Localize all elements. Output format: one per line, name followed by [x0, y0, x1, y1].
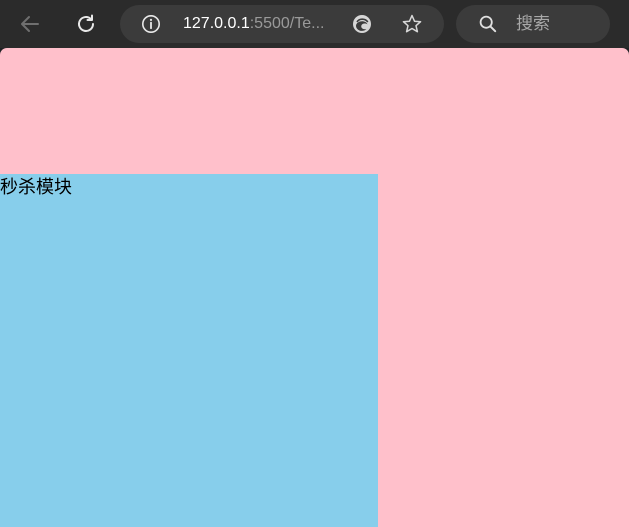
info-icon[interactable]	[141, 14, 161, 34]
star-icon[interactable]	[401, 13, 423, 35]
url-path: :5500/Te...	[249, 15, 325, 32]
search-placeholder: 搜索	[516, 14, 550, 34]
seckill-module: 秒杀模块	[0, 174, 378, 527]
search-icon	[479, 15, 497, 33]
back-button[interactable]	[14, 8, 46, 40]
search-box[interactable]: 搜索	[456, 5, 610, 43]
url-host: 127.0.0.1	[183, 15, 250, 32]
refresh-button[interactable]	[70, 8, 102, 40]
page-viewport: 秒杀模块	[0, 48, 629, 527]
url-text[interactable]: 127.0.0.1:5500/Te...	[183, 14, 324, 34]
address-bar[interactable]: 127.0.0.1:5500/Te...	[120, 5, 444, 43]
browser-toolbar: 127.0.0.1:5500/Te... 搜索	[0, 0, 629, 48]
back-arrow-icon	[21, 16, 39, 32]
seckill-title: 秒杀模块	[0, 177, 72, 198]
edge-icon[interactable]	[351, 13, 373, 35]
refresh-icon	[78, 14, 94, 32]
